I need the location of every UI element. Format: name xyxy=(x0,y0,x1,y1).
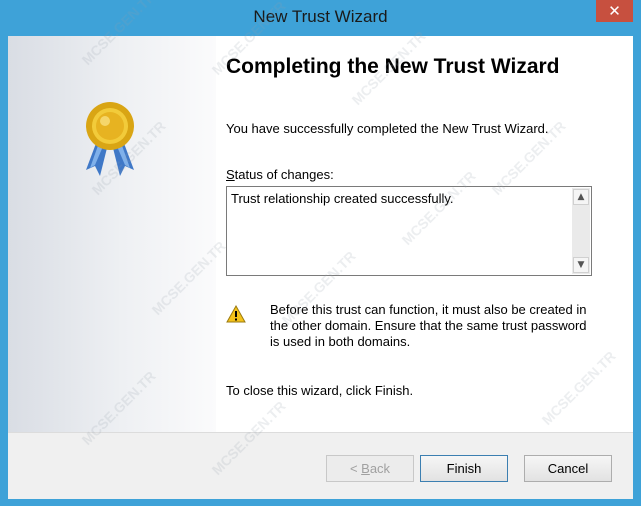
close-button[interactable]: ✕ xyxy=(596,0,633,22)
warning-text: Before this trust can function, it must … xyxy=(270,302,587,349)
award-ribbon-icon xyxy=(86,102,134,176)
scroll-up-icon[interactable]: ▲ xyxy=(573,189,589,205)
title-bar[interactable]: New Trust Wizard ✕ xyxy=(0,0,641,36)
scroll-down-icon[interactable]: ▼ xyxy=(573,257,589,273)
cancel-button[interactable]: Cancel xyxy=(524,455,612,482)
status-scrollbar[interactable]: ▲ ▼ xyxy=(572,188,590,274)
status-text: Trust relationship created successfully. xyxy=(231,191,454,206)
finish-button[interactable]: Finish xyxy=(420,455,508,482)
back-button[interactable]: < Back xyxy=(326,455,414,482)
wizard-client-area: Completing the New Trust Wizard You have… xyxy=(8,36,633,499)
back-button-prefix: < xyxy=(349,461,362,476)
button-bar: < Back Finish Cancel xyxy=(8,432,633,499)
status-textbox[interactable]: Trust relationship created successfully.… xyxy=(226,186,592,276)
back-button-accelerator: B xyxy=(361,461,370,476)
wizard-window: New Trust Wizard ✕ Completing the New Tr… xyxy=(0,0,641,506)
success-message: You have successfully completed the New … xyxy=(226,121,549,136)
wizard-side-panel xyxy=(8,36,216,432)
status-label: Status of changes: xyxy=(226,167,334,182)
close-icon: ✕ xyxy=(608,2,621,20)
warning-icon xyxy=(226,305,246,323)
back-button-label: ack xyxy=(369,461,391,476)
status-label-accelerator: S xyxy=(226,167,235,182)
window-title: New Trust Wizard xyxy=(253,7,388,26)
close-hint: To close this wizard, click Finish. xyxy=(226,383,414,398)
page-title: Completing the New Trust Wizard xyxy=(226,55,560,78)
status-label-text: tatus of changes: xyxy=(234,167,334,182)
